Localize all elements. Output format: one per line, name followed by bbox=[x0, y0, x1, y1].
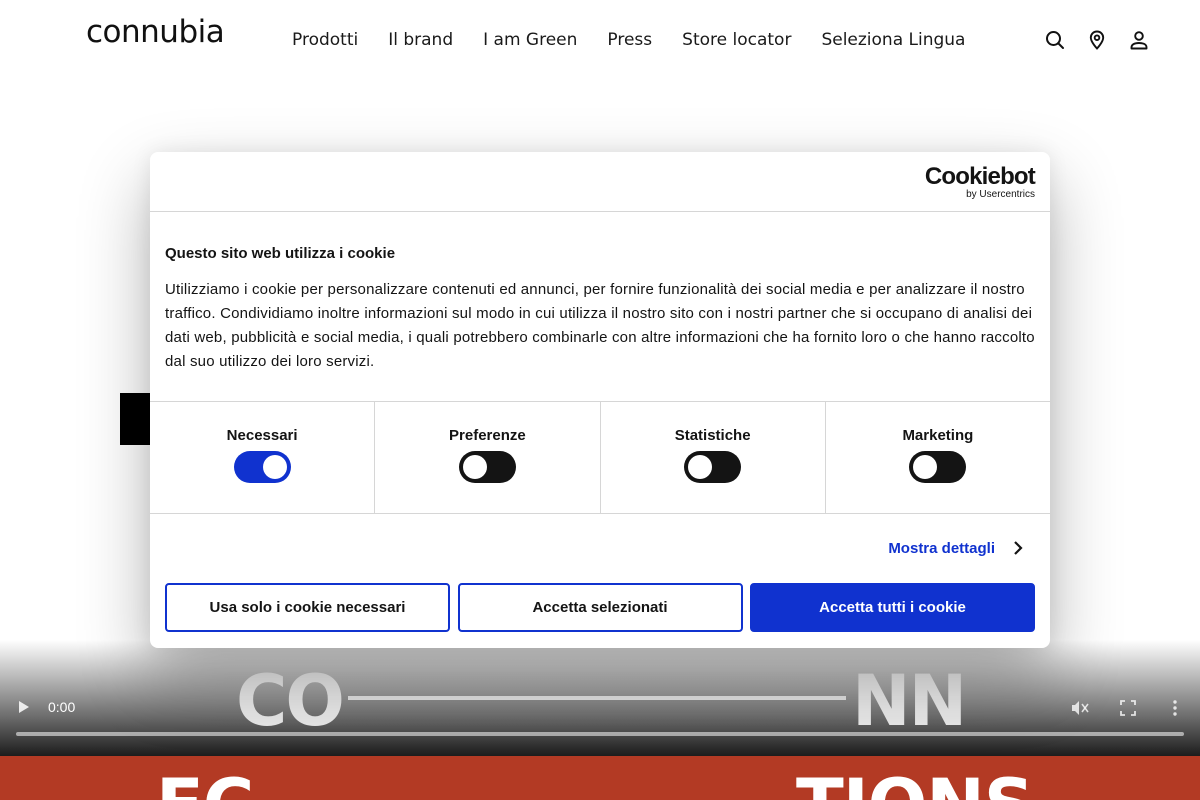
nav-item-store-locator[interactable]: Store locator bbox=[682, 30, 791, 50]
statistiche-toggle[interactable] bbox=[684, 451, 742, 483]
details-row: Mostra dettagli bbox=[150, 514, 1050, 583]
fullscreen-icon[interactable] bbox=[1120, 700, 1136, 716]
marketing-toggle[interactable] bbox=[909, 451, 967, 483]
cookie-categories: Necessari Preferenze Statistiche Marketi… bbox=[150, 401, 1050, 514]
category-label: Statistiche bbox=[674, 427, 751, 444]
cookie-consent-dialog: Cookiebot by Usercentrics Questo sito we… bbox=[150, 152, 1050, 648]
video-text-line bbox=[348, 696, 846, 700]
nav-item-i-am-green[interactable]: I am Green bbox=[483, 30, 577, 50]
page: connubia Prodotti Il brand I am Green Pr… bbox=[0, 0, 1200, 800]
toggle-knob bbox=[262, 455, 287, 479]
show-details-link[interactable]: Mostra dettagli bbox=[888, 540, 995, 557]
nav-item-seleziona-lingua[interactable]: Seleziona Lingua bbox=[821, 30, 965, 50]
cookiebot-brand: Cookiebot bbox=[924, 163, 1036, 190]
background-block bbox=[120, 393, 152, 445]
nav-item-prodotti[interactable]: Prodotti bbox=[292, 30, 358, 50]
dialog-header: Cookiebot by Usercentrics bbox=[150, 152, 1050, 212]
category-label: Necessari bbox=[226, 427, 298, 444]
category-necessari: Necessari bbox=[150, 402, 376, 513]
category-statistiche: Statistiche bbox=[601, 402, 826, 513]
video-time: 0:00 bbox=[48, 699, 76, 715]
category-label: Marketing bbox=[902, 427, 974, 444]
category-label: Preferenze bbox=[449, 427, 526, 444]
banner-text-left: EC bbox=[156, 770, 254, 800]
toggle-knob bbox=[688, 455, 713, 479]
chevron-right-icon[interactable] bbox=[1012, 540, 1024, 556]
banner-text-right: TIONS bbox=[796, 770, 1034, 800]
category-preferenze: Preferenze bbox=[375, 402, 601, 513]
accept-selected-button[interactable]: Accetta selezionati bbox=[457, 583, 743, 632]
toggle-knob bbox=[913, 455, 938, 479]
accept-all-button[interactable]: Accetta tutti i cookie bbox=[750, 583, 1035, 632]
location-pin-icon[interactable] bbox=[1087, 30, 1107, 50]
site-header: connubia Prodotti Il brand I am Green Pr… bbox=[0, 0, 1200, 80]
play-icon[interactable] bbox=[18, 700, 30, 714]
more-options-icon[interactable] bbox=[1172, 699, 1178, 717]
user-icon[interactable] bbox=[1129, 30, 1149, 50]
search-icon[interactable] bbox=[1045, 30, 1065, 50]
toggle-knob bbox=[462, 455, 487, 479]
dialog-buttons: Usa solo i cookie necessari Accetta sele… bbox=[165, 583, 1035, 632]
brand-logo[interactable]: connubia bbox=[86, 14, 225, 50]
video-text-left: CO bbox=[236, 660, 345, 742]
banner: EC TIONS bbox=[0, 756, 1200, 800]
dialog-title: Questo sito web utilizza i cookie bbox=[165, 245, 396, 262]
cookiebot-brand-sub: by Usercentrics bbox=[966, 189, 1035, 200]
category-marketing: Marketing bbox=[826, 402, 1050, 513]
nav-item-il-brand[interactable]: Il brand bbox=[388, 30, 453, 50]
necessari-toggle[interactable] bbox=[233, 451, 291, 483]
cookiebot-logo[interactable]: Cookiebot by Usercentrics bbox=[924, 163, 1036, 201]
preferenze-toggle[interactable] bbox=[458, 451, 516, 483]
mute-icon[interactable] bbox=[1070, 699, 1090, 717]
dialog-body: Questo sito web utilizza i cookie Utiliz… bbox=[150, 212, 1050, 401]
dialog-text: Utilizziamo i cookie per personalizzare … bbox=[165, 281, 1035, 370]
necessary-only-button[interactable]: Usa solo i cookie necessari bbox=[165, 583, 450, 632]
video-text-right: NN bbox=[852, 660, 967, 742]
nav-item-press[interactable]: Press bbox=[607, 30, 652, 50]
main-nav: Prodotti Il brand I am Green Press Store… bbox=[292, 30, 965, 50]
video-progress-bar[interactable] bbox=[16, 732, 1184, 736]
